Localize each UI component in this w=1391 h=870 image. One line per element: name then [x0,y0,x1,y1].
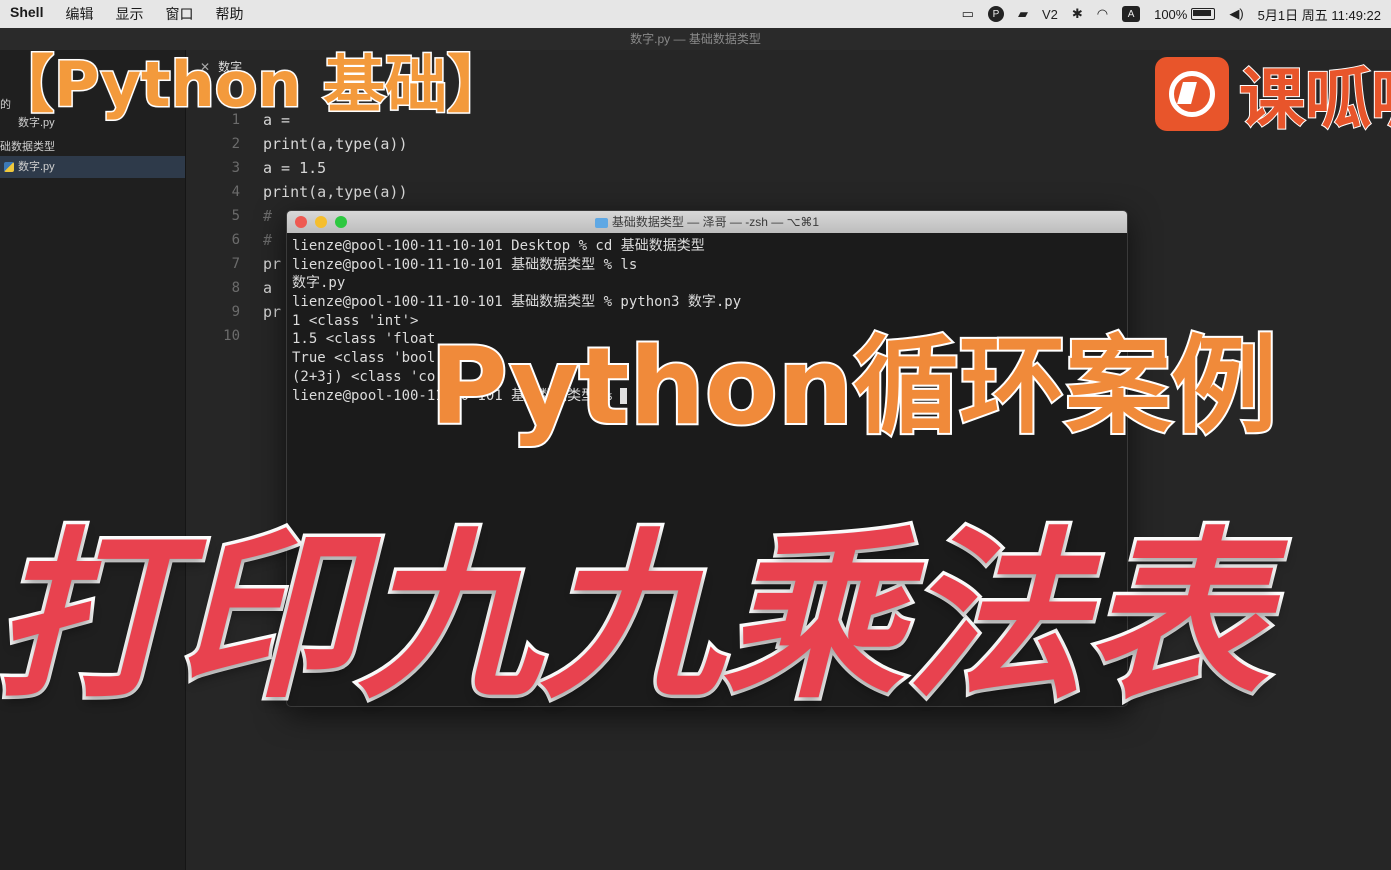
line-number: 5 [231,208,240,224]
wifi-icon[interactable]: ◠ [1097,6,1108,22]
terminal-line: 数字.py [292,275,346,292]
line-number: 10 [223,328,240,344]
menu-edit[interactable]: 编辑 [65,4,93,24]
line-number: 2 [231,136,240,152]
file-sidebar: 的 数字.py 础数据类型 数字.py [0,50,186,870]
sidebar-file-selected[interactable]: 数字.py [0,156,185,178]
menu-window[interactable]: 窗口 [165,4,193,24]
window-controls [295,216,347,228]
menu-view[interactable]: 显示 [115,4,143,24]
bluetooth-icon[interactable]: ✱ [1072,6,1083,22]
v2-label[interactable]: V2 [1042,7,1058,22]
line-number: 4 [231,184,240,200]
line-number: 6 [231,232,240,248]
clock[interactable]: 5月1日 周五 11:49:22 [1258,5,1381,24]
menu-help[interactable]: 帮助 [215,4,243,24]
brand-logo: 课呱呱 [1155,46,1391,142]
folder-icon [594,217,608,228]
minimize-window-button[interactable] [315,216,327,228]
battery-percent: 100% [1154,6,1188,22]
line-number: 7 [231,256,240,272]
terminal-title: 基础数据类型 — 泽哥 — -zsh — ⌥⌘1 [611,215,820,229]
sidebar-file-selected-label: 数字.py [18,161,55,173]
line-number-gutter: 1 2 3 4 5 6 7 8 9 10 [200,108,240,348]
terminal-title-bar[interactable]: 基础数据类型 — 泽哥 — -zsh — ⌥⌘1 [287,211,1127,233]
volume-icon[interactable]: ◀) [1229,6,1243,22]
battery-icon [1191,8,1216,20]
line-number: 8 [231,280,240,296]
menu-bar: Shell 编辑 显示 窗口 帮助 ▭ P ▰ V2 ✱ ◠ A 100% ◀)… [0,0,1391,28]
series-tag: 【Python 基础】 [0,47,511,123]
p-app-icon[interactable]: P [987,6,1004,22]
close-window-button[interactable] [295,216,307,228]
code-line[interactable]: print(a,type(a)) [263,180,408,204]
zoom-window-button[interactable] [335,216,347,228]
code-line[interactable]: a = 1.5 [263,156,408,180]
python-file-icon [4,162,14,173]
line-number: 9 [231,304,240,320]
terminal-line: lienze@pool-100-11-10-101 Desktop % cd 基… [292,238,705,254]
video-subtitle: Python循环案例 [428,323,1279,450]
menu-shell[interactable]: Shell [10,4,43,24]
code-line[interactable]: print(a,type(a)) [263,132,408,156]
display-icon[interactable]: ▰ [1018,6,1028,22]
terminal-line: lienze@pool-100-11-10-101 基础数据类型 % ls [292,256,638,273]
status-area: ▭ P ▰ V2 ✱ ◠ A 100% ◀) 5月1日 周五 11:49:22 [962,5,1381,24]
video-headline: 打印九九乘法表 [0,508,1272,727]
logo-text: 课呱呱 [1238,60,1391,139]
logo-mark-icon [1155,57,1229,131]
sidebar-folder-item[interactable]: 础数据类型 [0,138,55,154]
line-number: 3 [231,160,240,176]
battery-indicator[interactable]: 100% [1154,6,1216,22]
app-menus: Shell 编辑 显示 窗口 帮助 [10,4,243,24]
input-method-icon[interactable]: A [1122,6,1141,22]
screen-record-icon[interactable]: ▭ [962,6,974,22]
